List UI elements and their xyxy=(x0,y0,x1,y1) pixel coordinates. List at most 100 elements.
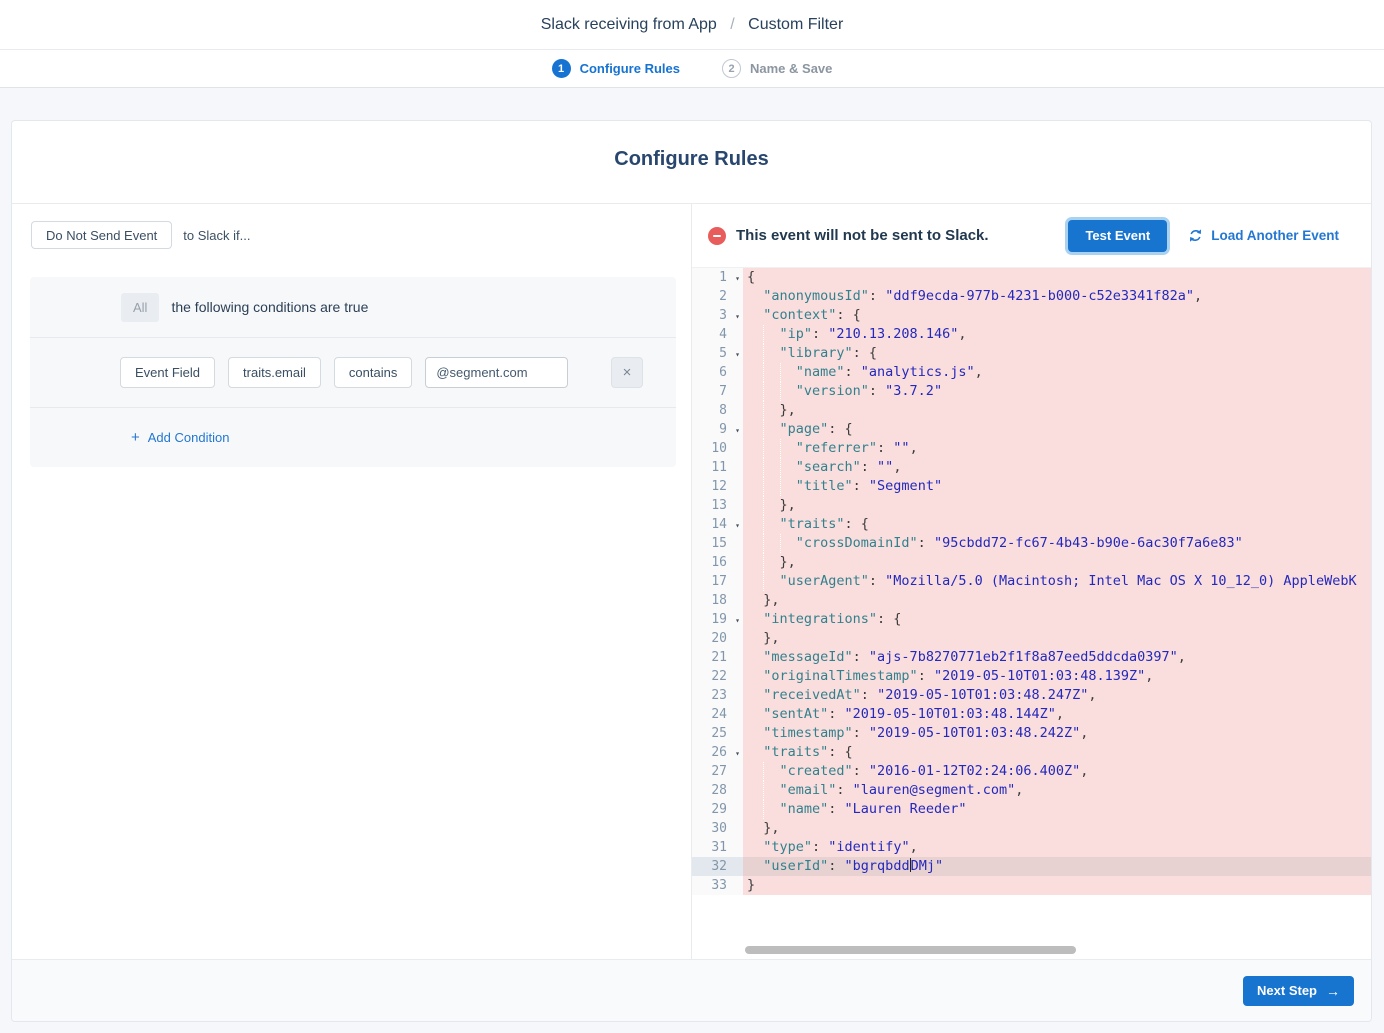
fold-arrow-icon[interactable]: ▾ xyxy=(735,611,740,630)
code-line-8[interactable]: 8 }, xyxy=(692,401,1371,420)
condition-row: Event Field traits.email contains × xyxy=(30,337,676,407)
load-another-event-link[interactable]: Load Another Event xyxy=(1188,228,1339,243)
code-line-22[interactable]: 22 "originalTimestamp": "2019-05-10T01:0… xyxy=(692,667,1371,686)
code-line-19[interactable]: 19▾ "integrations": { xyxy=(692,610,1371,629)
load-another-event-label: Load Another Event xyxy=(1211,228,1339,243)
line-number: 16 xyxy=(692,553,743,572)
code-line-6[interactable]: 6 "name": "analytics.js", xyxy=(692,363,1371,382)
code-line-1[interactable]: 1▾{ xyxy=(692,268,1371,287)
code-line-18[interactable]: 18 }, xyxy=(692,591,1371,610)
condition-value-input[interactable] xyxy=(425,357,568,388)
action-selector-button[interactable]: Do Not Send Event xyxy=(31,221,172,249)
event-preview-panel: This event will not be sent to Slack. Te… xyxy=(692,204,1371,959)
code-line-12[interactable]: 12 "title": "Segment" xyxy=(692,477,1371,496)
line-number: 25 xyxy=(692,724,743,743)
line-number: 33 xyxy=(692,876,743,895)
code-line-28[interactable]: 28 "email": "lauren@segment.com", xyxy=(692,781,1371,800)
blocked-minus-icon xyxy=(708,227,726,245)
code-line-content: "traits": { xyxy=(743,743,1371,762)
filter-conditions-panel: Do Not Send Event to Slack if... All the… xyxy=(12,204,692,959)
code-line-26[interactable]: 26▾ "traits": { xyxy=(692,743,1371,762)
line-number: 21 xyxy=(692,648,743,667)
fold-arrow-icon[interactable]: ▾ xyxy=(735,307,740,326)
breadcrumb-current-page: Custom Filter xyxy=(748,16,843,33)
code-line-30[interactable]: 30 }, xyxy=(692,819,1371,838)
next-step-button[interactable]: Next Step → xyxy=(1243,976,1354,1006)
fold-arrow-icon[interactable]: ▾ xyxy=(735,744,740,763)
code-line-10[interactable]: 10 "referrer": "", xyxy=(692,439,1371,458)
match-mode-badge[interactable]: All xyxy=(121,293,159,322)
event-result-header: This event will not be sent to Slack. Te… xyxy=(692,204,1371,268)
line-number: 22 xyxy=(692,667,743,686)
line-number: 5▾ xyxy=(692,344,743,363)
conditions-group: All the following conditions are true Ev… xyxy=(30,277,676,467)
stepper: 1 Configure Rules 2 Name & Save xyxy=(0,50,1384,88)
add-condition-label: Add Condition xyxy=(148,430,230,445)
code-line-content: "library": { xyxy=(743,344,1371,363)
line-number: 1▾ xyxy=(692,268,743,287)
code-line-13[interactable]: 13 }, xyxy=(692,496,1371,515)
fold-arrow-icon[interactable]: ▾ xyxy=(735,269,740,288)
line-number: 14▾ xyxy=(692,515,743,534)
plus-icon: + xyxy=(131,429,140,446)
step-2-label: Name & Save xyxy=(750,61,832,76)
breadcrumb-destination[interactable]: Slack receiving from App xyxy=(541,16,717,33)
code-line-29[interactable]: 29 "name": "Lauren Reeder" xyxy=(692,800,1371,819)
add-condition-button[interactable]: + Add Condition xyxy=(131,429,229,446)
code-line-content: "ip": "210.13.208.146", xyxy=(743,325,1371,344)
line-number: 12 xyxy=(692,477,743,496)
code-line-27[interactable]: 27 "created": "2016-01-12T02:24:06.400Z"… xyxy=(692,762,1371,781)
refresh-icon xyxy=(1188,228,1203,243)
horizontal-scrollbar-thumb[interactable] xyxy=(745,946,1076,954)
code-line-content: "referrer": "", xyxy=(743,439,1371,458)
code-line-5[interactable]: 5▾ "library": { xyxy=(692,344,1371,363)
code-line-24[interactable]: 24 "sentAt": "2019-05-10T01:03:48.144Z", xyxy=(692,705,1371,724)
code-line-23[interactable]: 23 "receivedAt": "2019-05-10T01:03:48.24… xyxy=(692,686,1371,705)
code-line-33[interactable]: 33} xyxy=(692,876,1371,895)
page-title: Configure Rules xyxy=(12,121,1371,203)
code-line-15[interactable]: 15 "crossDomainId": "95cbdd72-fc67-4b43-… xyxy=(692,534,1371,553)
line-number: 9▾ xyxy=(692,420,743,439)
code-line-21[interactable]: 21 "messageId": "ajs-7b8270771eb2f1f8a87… xyxy=(692,648,1371,667)
top-header: Slack receiving from App / Custom Filter xyxy=(0,0,1384,50)
fold-arrow-icon[interactable]: ▾ xyxy=(735,516,740,535)
test-event-button[interactable]: Test Event xyxy=(1068,220,1167,252)
line-number: 13 xyxy=(692,496,743,515)
remove-condition-button[interactable]: × xyxy=(611,357,643,388)
code-line-20[interactable]: 20 }, xyxy=(692,629,1371,648)
code-line-25[interactable]: 25 "timestamp": "2019-05-10T01:03:48.242… xyxy=(692,724,1371,743)
condition-operator-button[interactable]: contains xyxy=(334,357,412,388)
code-line-content: "timestamp": "2019-05-10T01:03:48.242Z", xyxy=(743,724,1371,743)
card-footer: Next Step → xyxy=(12,959,1371,1021)
code-line-3[interactable]: 3▾ "context": { xyxy=(692,306,1371,325)
breadcrumb-separator: / xyxy=(721,16,743,33)
condition-field-button[interactable]: Event Field xyxy=(120,357,215,388)
code-line-7[interactable]: 7 "version": "3.7.2" xyxy=(692,382,1371,401)
step-configure-rules[interactable]: 1 Configure Rules xyxy=(552,59,680,78)
breadcrumb: Slack receiving from App / Custom Filter xyxy=(541,16,844,34)
line-number: 4 xyxy=(692,325,743,344)
code-line-17[interactable]: 17 "userAgent": "Mozilla/5.0 (Macintosh;… xyxy=(692,572,1371,591)
step-name-and-save[interactable]: 2 Name & Save xyxy=(722,59,832,78)
code-line-2[interactable]: 2 "anonymousId": "ddf9ecda-977b-4231-b00… xyxy=(692,287,1371,306)
line-number: 15 xyxy=(692,534,743,553)
json-event-editor[interactable]: 1▾{2 "anonymousId": "ddf9ecda-977b-4231-… xyxy=(692,268,1371,959)
action-suffix-text: to Slack if... xyxy=(183,228,250,243)
fold-arrow-icon[interactable]: ▾ xyxy=(735,345,740,364)
code-line-32[interactable]: 32 "userId": "bgrqbddDMj" xyxy=(692,857,1371,876)
code-line-9[interactable]: 9▾ "page": { xyxy=(692,420,1371,439)
code-line-content: "traits": { xyxy=(743,515,1371,534)
code-line-16[interactable]: 16 }, xyxy=(692,553,1371,572)
condition-path-button[interactable]: traits.email xyxy=(228,357,321,388)
code-line-14[interactable]: 14▾ "traits": { xyxy=(692,515,1371,534)
code-line-4[interactable]: 4 "ip": "210.13.208.146", xyxy=(692,325,1371,344)
line-number: 29 xyxy=(692,800,743,819)
code-line-content: "integrations": { xyxy=(743,610,1371,629)
code-line-31[interactable]: 31 "type": "identify", xyxy=(692,838,1371,857)
match-mode-text: the following conditions are true xyxy=(171,299,368,315)
fold-arrow-icon[interactable]: ▾ xyxy=(735,421,740,440)
code-line-content: }, xyxy=(743,819,1371,838)
code-line-11[interactable]: 11 "search": "", xyxy=(692,458,1371,477)
line-number: 30 xyxy=(692,819,743,838)
code-line-content: "version": "3.7.2" xyxy=(743,382,1371,401)
